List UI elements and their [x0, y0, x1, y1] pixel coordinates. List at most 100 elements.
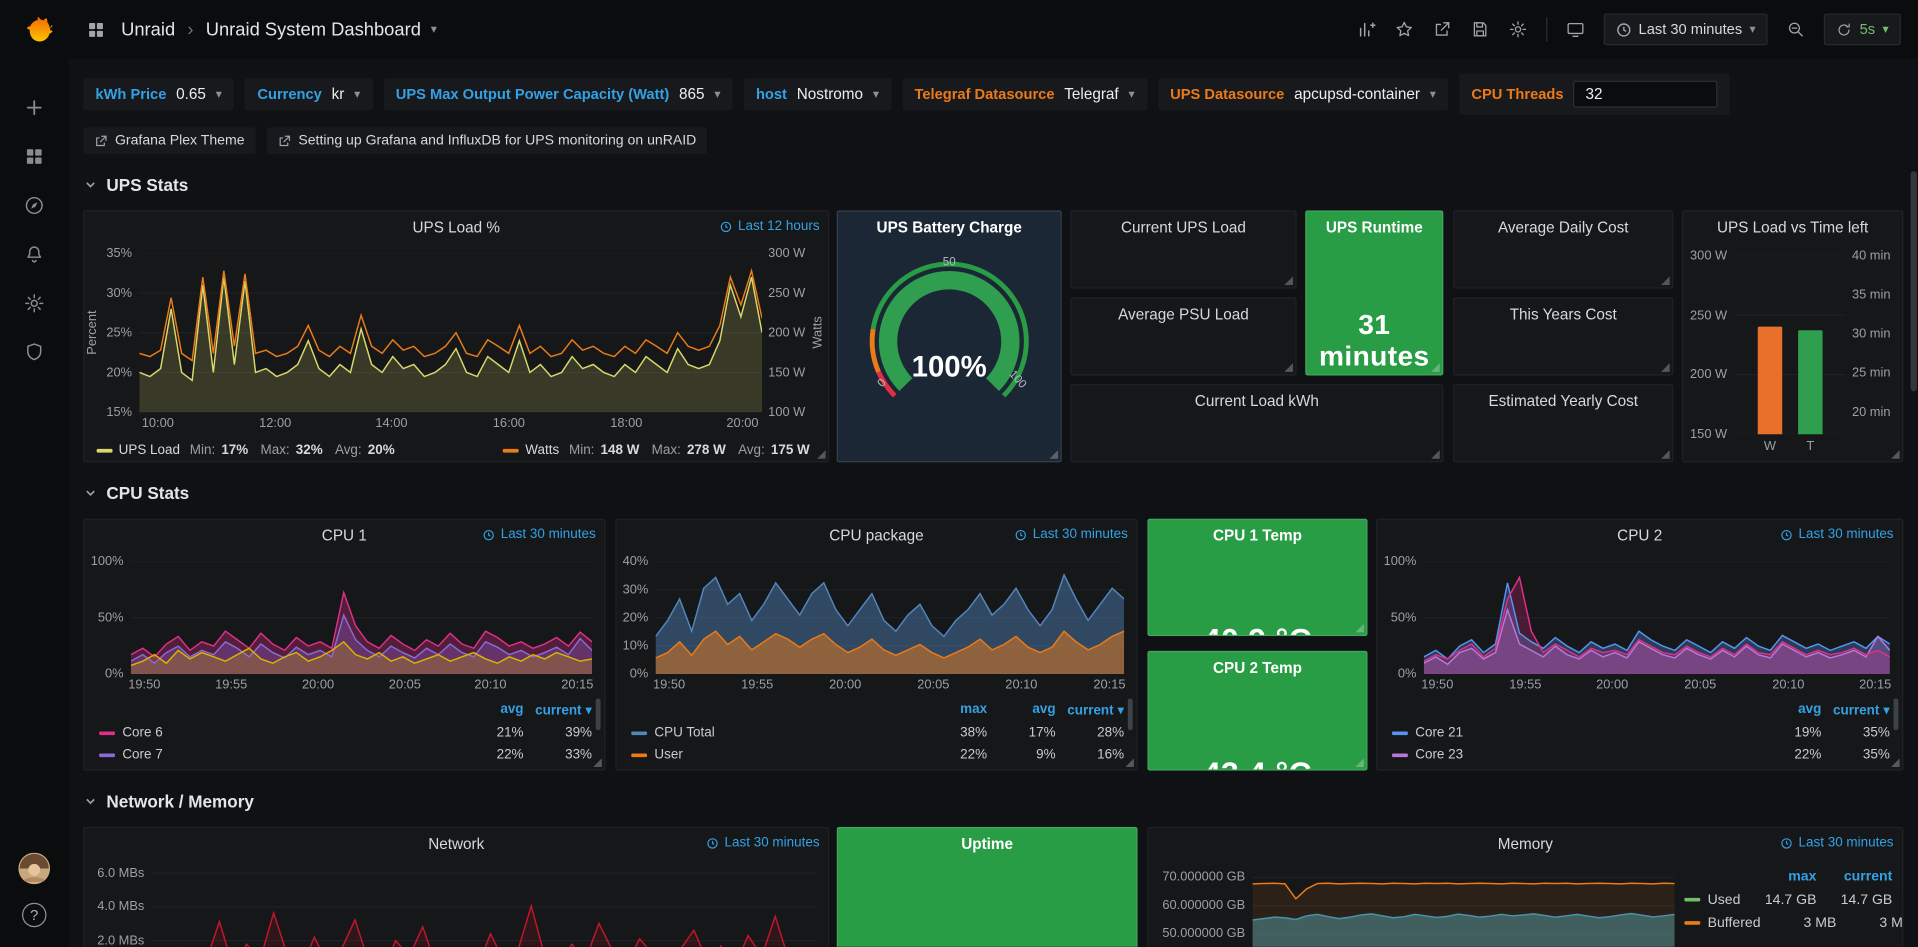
series-name[interactable]: Core 23 [1392, 747, 1753, 762]
legend-column-avg[interactable]: avg [994, 702, 1055, 717]
legend-column-avg[interactable]: avg [462, 702, 523, 717]
dashboard-grid-icon[interactable] [86, 19, 107, 40]
legend-row-core-21[interactable]: Core 2119%35% [1392, 722, 1890, 744]
panel-header-cpu-2-temp[interactable]: CPU 2 Temp [1149, 652, 1367, 684]
panel-header-this-years-cost[interactable]: This Years Cost [1454, 298, 1672, 330]
save-icon[interactable] [1470, 20, 1490, 40]
series-name[interactable]: User [631, 747, 918, 762]
panel-header-ups-battery-charge[interactable]: UPS Battery Charge [838, 212, 1061, 244]
user-avatar[interactable] [18, 853, 50, 885]
dashboard-settings-gear-icon[interactable] [1508, 20, 1528, 40]
panel-header-uptime[interactable]: Uptime [838, 828, 1136, 860]
series-name[interactable]: Core 21 [1392, 725, 1753, 740]
panel-header-network[interactable]: NetworkLast 30 minutes [84, 828, 828, 860]
share-icon[interactable] [1432, 20, 1452, 40]
cpu-1-chart-area[interactable] [131, 561, 592, 674]
variable-value[interactable]: Nostromo [797, 86, 863, 103]
panel-header-cpu-1-temp[interactable]: CPU 1 Temp [1149, 520, 1367, 552]
panel-header-ups-load-vs-time-left[interactable]: UPS Load vs Time left [1683, 212, 1902, 244]
breadcrumb-app[interactable]: Unraid [121, 19, 175, 40]
panel-header-cpu-package[interactable]: CPU packageLast 30 minutes [616, 520, 1136, 552]
configuration-gear-icon[interactable] [23, 292, 45, 314]
series-name[interactable]: Used [1684, 892, 1740, 907]
dashboard-link-grafana-plex-theme[interactable]: Grafana Plex Theme [83, 127, 255, 154]
panel-header-memory[interactable]: MemoryLast 30 minutes [1149, 828, 1902, 860]
panel-header-ups-runtime[interactable]: UPS Runtime [1306, 212, 1442, 244]
series-name[interactable]: Core 7 [99, 747, 455, 762]
panel-header-estimated-yearly-cost[interactable]: Estimated Yearly Cost [1454, 385, 1672, 417]
legend-row-used[interactable]: Used14.7 GB14.7 GB [1684, 888, 1892, 911]
alerting-bell-icon[interactable] [23, 243, 45, 265]
time-range-picker[interactable]: Last 30 minutes ▾ [1603, 13, 1768, 45]
panel-header-current-ups-load[interactable]: Current UPS Load [1072, 212, 1296, 244]
legend-column-avg[interactable]: avg [1760, 702, 1821, 717]
variable-caret-icon[interactable]: ▾ [354, 87, 360, 100]
legend-row-core-7[interactable]: Core 722%33% [99, 744, 592, 766]
panel-header-average-daily-cost[interactable]: Average Daily Cost [1454, 212, 1672, 244]
cpu-2-chart-area[interactable] [1424, 561, 1890, 674]
add-panel-icon[interactable] [1356, 20, 1376, 40]
panel-header-ups-load[interactable]: UPS Load %Last 12 hours [84, 212, 828, 244]
panel-header-current-load-kwh[interactable]: Current Load kWh [1072, 385, 1443, 417]
legend-row-user[interactable]: User22%9%16% [631, 744, 1124, 766]
dashboards-icon[interactable] [23, 146, 45, 168]
variable-input[interactable]: 32 [1573, 81, 1717, 108]
ups-load-chart-area[interactable] [139, 253, 762, 412]
legend-row-core-6[interactable]: Core 621%39% [99, 722, 592, 744]
variable-caret-icon[interactable]: ▾ [1430, 87, 1436, 100]
panel-header-cpu-1[interactable]: CPU 1Last 30 minutes [84, 520, 604, 552]
legend-column-current[interactable]: current ▾ [531, 702, 592, 718]
memory-chart-area[interactable] [1253, 870, 1675, 947]
variable-value[interactable]: 865 [679, 86, 705, 103]
variable-caret-icon[interactable]: ▾ [216, 87, 222, 100]
legend-item-watts[interactable]: WattsMin:148 WMax:278 WAvg:175 W [503, 443, 816, 458]
cpu-package-chart-area[interactable] [656, 561, 1124, 674]
bar-w[interactable] [1758, 327, 1782, 435]
legend-column-current[interactable]: current [1824, 869, 1892, 884]
series-name[interactable]: CPU Total [631, 725, 918, 740]
server-admin-shield-icon[interactable] [23, 341, 45, 363]
legend-scrollbar[interactable] [1894, 698, 1899, 730]
variable-caret-icon[interactable]: ▾ [1128, 87, 1134, 100]
legend-item-ups-load[interactable]: UPS LoadMin:17%Max:32%Avg:20% [97, 443, 401, 458]
page-scrollbar[interactable] [1911, 64, 1917, 942]
ups-load-vs-time-left-chart-area[interactable] [1735, 256, 1846, 435]
series-name[interactable]: Buffered [1684, 916, 1760, 931]
variable-value[interactable]: Telegraf [1064, 86, 1118, 103]
breadcrumb-dashboard-title[interactable]: Unraid System Dashboard [206, 19, 421, 40]
section-ups-stats[interactable]: UPS Stats [83, 175, 188, 195]
dashboard-dropdown-caret-icon[interactable]: ▾ [431, 23, 437, 36]
grafana-logo[interactable] [13, 9, 55, 51]
network-chart-area[interactable] [152, 870, 816, 947]
section-cpu-stats[interactable]: CPU Stats [83, 483, 189, 503]
create-plus-icon[interactable] [23, 97, 45, 119]
variable-value[interactable]: kr [332, 86, 345, 103]
explore-compass-icon[interactable] [23, 194, 45, 216]
y-axis-tick: 35% [99, 246, 132, 261]
legend-scrollbar[interactable] [596, 698, 601, 730]
bar-t[interactable] [1798, 330, 1822, 434]
scrollbar-thumb[interactable] [1911, 171, 1917, 391]
variable-value[interactable]: apcupsd-container [1294, 86, 1420, 103]
legend-column-max[interactable]: max [1748, 869, 1816, 884]
zoom-out-icon[interactable] [1786, 20, 1806, 40]
dashboard-link-setting-up-grafana-and-influ[interactable]: Setting up Grafana and InfluxDB for UPS … [267, 127, 708, 154]
panel-header-cpu-2[interactable]: CPU 2Last 30 minutes [1377, 520, 1902, 552]
legend-column-current[interactable]: current ▾ [1063, 702, 1124, 718]
variable-caret-icon[interactable]: ▾ [714, 87, 720, 100]
legend-column-current[interactable]: current ▾ [1829, 702, 1890, 718]
legend-row-buffered[interactable]: Buffered3 MB3 MB [1684, 911, 1892, 934]
panel-header-average-psu-load[interactable]: Average PSU Load [1072, 298, 1296, 330]
legend-row-core-23[interactable]: Core 2322%35% [1392, 744, 1890, 766]
tv-kiosk-mode-icon[interactable] [1565, 20, 1585, 40]
help-icon[interactable]: ? [22, 903, 46, 927]
legend-row-cpu-total[interactable]: CPU Total38%17%28% [631, 722, 1124, 744]
star-icon[interactable] [1394, 20, 1414, 40]
legend-scrollbar[interactable] [1128, 698, 1133, 730]
variable-value[interactable]: 0.65 [176, 86, 206, 103]
series-name[interactable]: Core 6 [99, 725, 455, 740]
section-network-memory[interactable]: Network / Memory [83, 791, 254, 811]
variable-caret-icon[interactable]: ▾ [873, 87, 879, 100]
refresh-picker[interactable]: 5s ▾ [1824, 13, 1901, 45]
legend-column-max[interactable]: max [926, 702, 987, 717]
